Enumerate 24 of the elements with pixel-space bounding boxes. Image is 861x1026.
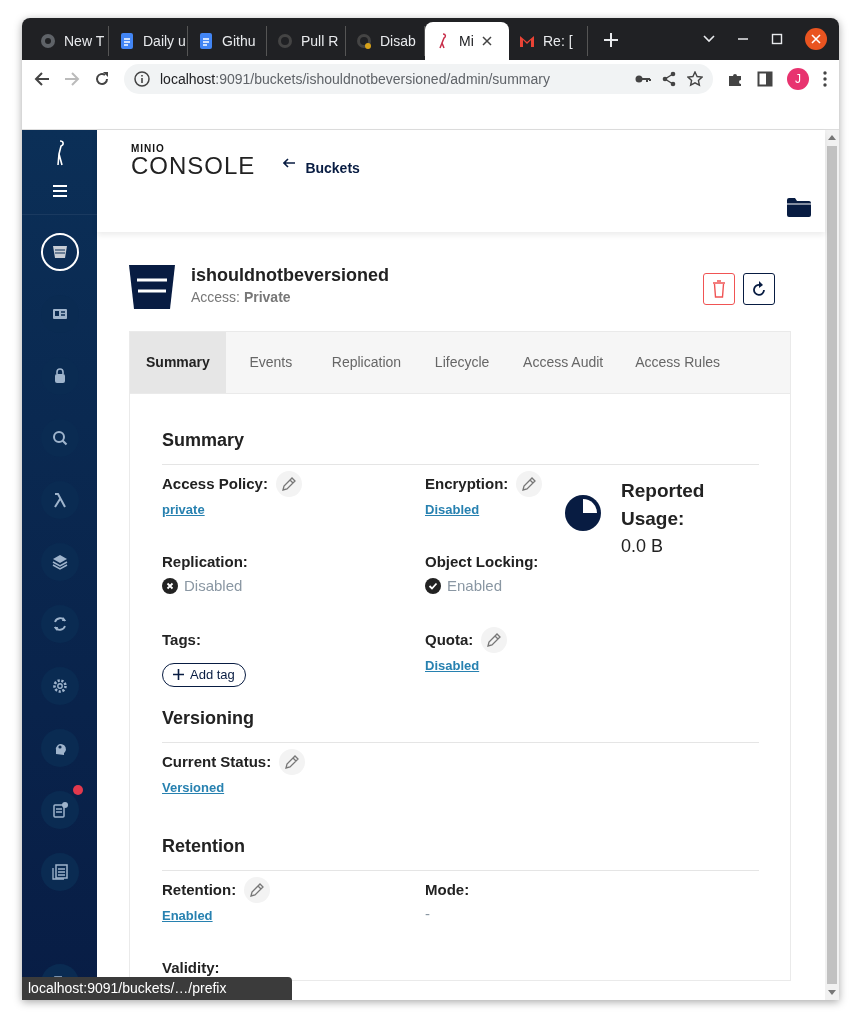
field-label: Encryption: — [425, 473, 509, 494]
section-title: Summary — [162, 427, 759, 465]
section-title: Retention — [162, 833, 759, 871]
field-label: Current Status: — [162, 751, 272, 772]
usage-value: 0.0 B — [621, 535, 665, 558]
field-label: Replication: — [162, 551, 248, 572]
field-label: Mode: — [425, 879, 470, 900]
logo-text: MINIO — [131, 144, 166, 154]
field-label: Object Locking: — [425, 551, 539, 572]
status-text: Disabled — [184, 576, 243, 596]
bucket-name: ishouldnotbeversioned — [191, 265, 390, 287]
status-url-tooltip: localhost:9091/buckets/…/prefix — [22, 977, 292, 1000]
field-label: Tags: — [162, 629, 201, 650]
url-text: localhost:9091/buckets/ishouldnotbeversioned/admin/summary — [160, 69, 551, 89]
field-label: Retention: — [162, 879, 237, 900]
field-label: Access Policy: — [162, 473, 268, 494]
field-value: - — [425, 904, 431, 924]
section-title: Versioning — [162, 705, 759, 743]
field-label: Validity: — [162, 957, 220, 978]
field-label: Quota: — [425, 629, 474, 650]
logo-text: CONSOLE — [131, 154, 256, 178]
access-text: Access: Private — [191, 287, 292, 307]
status-text: Enabled — [447, 576, 503, 596]
usage-label: Reported Usage: — [621, 479, 706, 531]
